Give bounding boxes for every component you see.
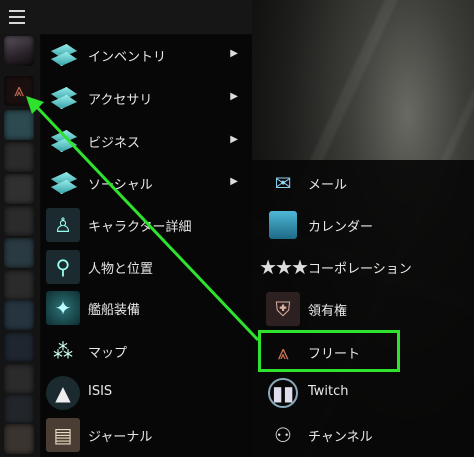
submenu-item-label: メール [308, 178, 348, 193]
submenu-item-calendar[interactable]: カレンダー [252, 204, 474, 246]
accessories-icon [46, 81, 80, 115]
notebook-icon[interactable] [4, 300, 34, 330]
menu-item-label: インベントリ [88, 50, 167, 65]
cube-icon[interactable] [4, 174, 34, 204]
isis-icon: ▲ [46, 376, 80, 410]
menu-item-journal[interactable]: ▤ ジャーナル [40, 414, 252, 456]
menu-item-label: 人物と位置 [88, 262, 154, 277]
submenu-item-mail[interactable]: ✉ メール [252, 162, 474, 204]
constellation-icon[interactable] [4, 394, 34, 424]
menu-item-map[interactable]: ⁂ マップ [40, 330, 252, 372]
character-sheet-icon: ♙ [46, 208, 80, 242]
menu-item-label: ソーシャル [88, 178, 153, 193]
nodes-icon[interactable] [4, 238, 34, 268]
inventory-icon [46, 38, 80, 72]
menu-item-people-and-places[interactable]: ⚲ 人物と位置 [40, 246, 252, 288]
sovereignty-icon: ⛨ [266, 292, 300, 326]
submenu-item-corporation[interactable]: ★★★ コーポレーション [252, 246, 474, 288]
ships-icon[interactable] [4, 142, 34, 172]
submenu-item-label: 領有権 [308, 304, 348, 319]
neocom-sidebar: ⩓ [0, 34, 41, 457]
network-icon[interactable] [4, 110, 34, 140]
submenu-arrow-icon: ▶ [230, 176, 238, 187]
business-icon [46, 124, 80, 158]
menu-item-inventory[interactable]: インベントリ ▶ [40, 34, 252, 76]
social-submenu: ✉ メール カレンダー ★★★ コーポレーション ⛨ 領有権 ⩓ フリート ▮▮… [252, 160, 474, 457]
character-portrait[interactable] [4, 36, 34, 66]
menu-hamburger-icon[interactable] [9, 10, 25, 24]
corporation-icon: ★★★ [259, 255, 309, 279]
agents-icon[interactable] [4, 270, 34, 300]
channels-icon: ⚇ [274, 423, 292, 447]
social-icon [46, 166, 80, 200]
menu-item-label: ビジネス [88, 136, 141, 151]
menu-item-business[interactable]: ビジネス ▶ [40, 120, 252, 162]
submenu-item-label: Twitch [308, 384, 349, 399]
star-map-icon[interactable] [4, 332, 34, 362]
fleet-icon[interactable]: ⩓ [4, 76, 34, 106]
submenu-item-label: チャンネル [308, 430, 373, 445]
menu-item-isis[interactable]: ▲ ISIS [40, 372, 252, 414]
submenu-item-label: カレンダー [308, 220, 374, 235]
industry-icon[interactable] [4, 364, 34, 394]
people-and-places-icon: ⚲ [46, 250, 80, 284]
fitting-icon: ✦ [46, 291, 80, 325]
menu-item-character-sheet[interactable]: ♙ キャラクター詳細 [40, 204, 252, 246]
submenu-arrow-icon: ▶ [230, 48, 238, 59]
menu-item-label: キャラクター詳細 [88, 220, 192, 235]
menu-item-label: ISIS [88, 384, 113, 399]
journal-small-icon[interactable] [4, 424, 34, 454]
map-icon: ⁂ [53, 339, 73, 363]
calendar-icon [269, 211, 297, 239]
menu-item-label: アクセサリ [88, 93, 153, 108]
main-menu: インベントリ ▶ アクセサリ ▶ ビジネス ▶ ソーシャル ▶ ♙ キャラクター… [40, 34, 252, 457]
mail-icon: ✉ [274, 171, 292, 195]
menu-item-fitting[interactable]: ✦ 艦船装備 [40, 287, 252, 329]
submenu-item-sovereignty[interactable]: ⛨ 領有権 [252, 288, 474, 330]
submenu-arrow-icon: ▶ [230, 91, 238, 102]
journal-icon: ▤ [46, 418, 80, 452]
neocom-topbar [0, 0, 252, 35]
fleet-highlight-box [258, 330, 400, 372]
submenu-item-channels[interactable]: ⚇ チャンネル [252, 414, 474, 456]
menu-item-social[interactable]: ソーシャル ▶ [40, 162, 252, 204]
menu-item-label: マップ [88, 346, 128, 361]
tools-icon[interactable] [4, 206, 34, 236]
menu-item-label: ジャーナル [88, 430, 153, 445]
menu-item-accessories[interactable]: アクセサリ ▶ [40, 77, 252, 119]
submenu-arrow-icon: ▶ [230, 134, 238, 145]
submenu-item-twitch[interactable]: ▮▮ Twitch [252, 372, 474, 414]
menu-item-label: 艦船装備 [88, 303, 141, 318]
twitch-icon: ▮▮ [268, 378, 298, 408]
submenu-item-label: コーポレーション [308, 262, 412, 277]
